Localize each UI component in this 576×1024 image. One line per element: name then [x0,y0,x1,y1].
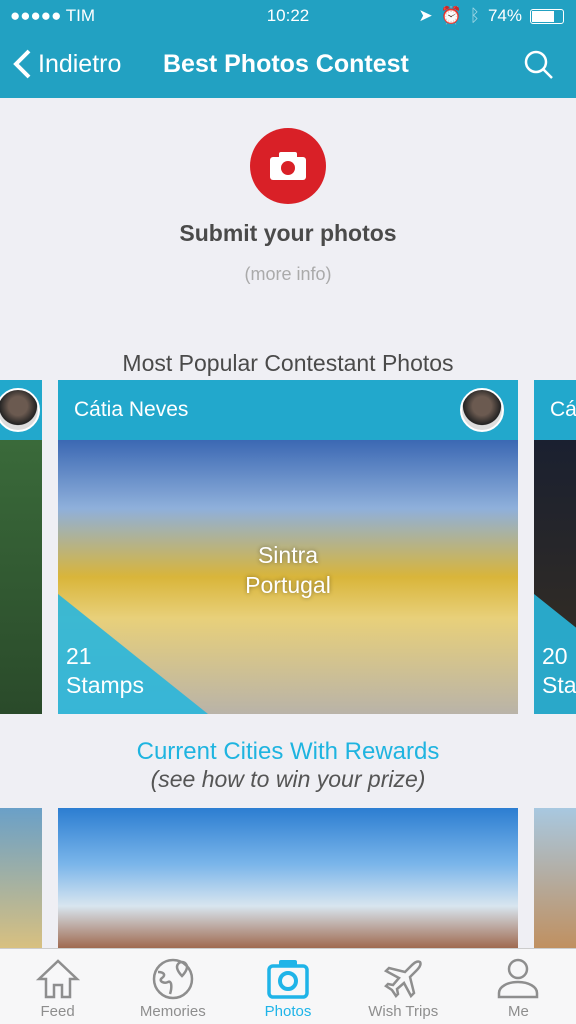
section-title: Most Popular Contestant Photos [122,350,454,376]
top-bar: ●●●●● TIM 10:22 ➤ ⏰ ᛒ 74% Indietro Best Pho… [0,0,576,98]
contestant-card[interactable]: Cá 20 Sta [534,380,576,714]
camera-icon [267,960,309,999]
stamps-label: Stamps [66,672,144,698]
tab-photos[interactable]: Photos [230,949,345,1024]
back-label: Indietro [38,49,122,78]
bluetooth-icon: ᛒ [469,6,480,25]
rewards-title[interactable]: Current Cities With Rewards [0,738,576,766]
contestant-name: Cátia Neves [74,398,189,421]
submit-photo-button[interactable] [250,128,326,204]
tab-label: Wish Trips [368,1003,439,1020]
tab-bar: Feed Memories Photos Wish Trips Me [0,948,576,1024]
stamps-count: 21 [66,643,92,669]
back-button[interactable]: Indietro [12,48,121,80]
avatar[interactable] [460,388,504,432]
status-bar: ●●●●● TIM 10:22 ➤ ⏰ ᛒ 74% [0,6,576,30]
contest-photo[interactable]: Sintra Portugal 21 Stamps [58,440,518,714]
tab-label: Feed [40,1003,75,1020]
page-title: Best Photos Contest [163,50,409,78]
city-card[interactable] [534,808,576,948]
submit-photos-label[interactable]: Submit your photos [0,220,576,247]
city-card[interactable] [58,808,518,948]
tab-feed[interactable]: Feed [0,949,115,1024]
airplane-icon [384,960,422,999]
person-icon [498,958,539,999]
stamps-label: Sta [542,672,576,698]
tab-label: Me [507,1003,529,1020]
battery-icon [530,8,564,24]
location-icon: ➤ [418,6,433,25]
globe-pin-icon [152,958,194,1000]
battery-percent: 74% [487,6,522,25]
location-city: Sintra [257,542,319,568]
contestant-card[interactable] [0,380,42,714]
tab-memories[interactable]: Memories [115,949,230,1024]
rewards-subtitle[interactable]: (see how to win your prize) [0,766,576,793]
tab-label: Photos [264,1003,312,1020]
search-icon[interactable] [524,50,554,80]
contestant-name: Cá [550,398,576,421]
chevron-left-icon [13,49,31,79]
city-card[interactable] [0,808,42,948]
contestant-card[interactable]: Cátia Neves Sintra Portugal 21 Stamps [58,380,518,714]
avatar [0,388,40,432]
stamps-count: 20 [542,643,568,669]
alarm-icon: ⏰ [440,6,462,25]
camera-icon [270,152,306,180]
tab-label: Memories [139,1003,206,1020]
more-info-link[interactable]: (more info) [0,264,576,285]
tab-me[interactable]: Me [461,949,576,1024]
home-icon [35,959,80,999]
tab-wish-trips[interactable]: Wish Trips [346,949,461,1024]
